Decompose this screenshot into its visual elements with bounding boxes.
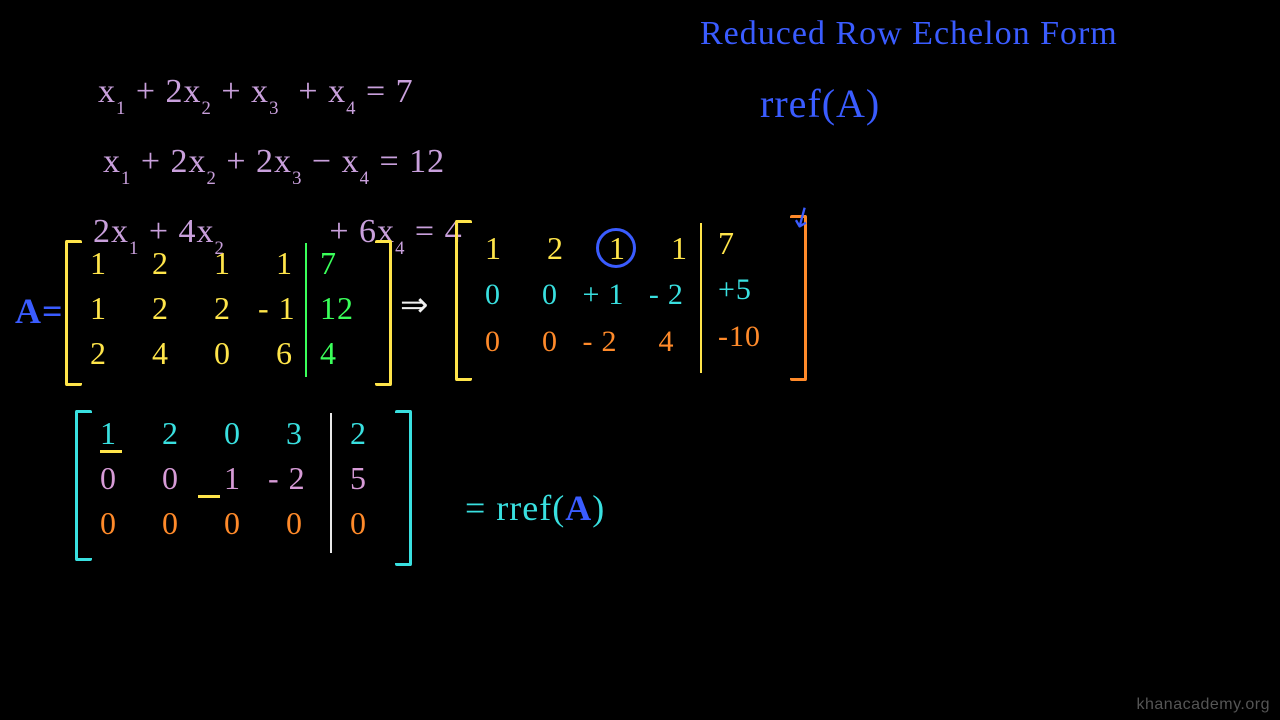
pivot-underline-2 [198,495,220,498]
matrix-a-aug-2: 12 [320,290,354,327]
matrix-a-augbar [305,243,307,377]
blackboard: Reduced Row Echelon Form rref(A) x1 + 2x… [0,0,1280,720]
watermark: khanacademy.org [1137,696,1271,714]
matrix-b-row-1: 1 2 1 1 [485,230,697,267]
matrix-c-augbar [330,413,332,553]
matrix-c-row-2: 0 0 1 -2 [100,460,315,497]
matrix-a-row-1: 1 2 1 1 [90,245,302,282]
matrix-c-row-3: 0 0 0 0 [100,505,312,542]
pivot-circle-icon [596,228,636,268]
rref-result-label: = rref(A) [425,445,605,571]
matrix-b-aug-2: +5 [718,273,752,307]
matrix-a-row-2: 1 2 2 -1 [90,290,305,327]
matrix-b-aug-3: -10 [718,320,761,354]
matrix-b-row-2: 0 0 +1 -2 [485,278,692,312]
matrix-a-aug-3: 4 [320,335,337,372]
matrix-a-label: A= [15,290,64,332]
title-line-2: rref(A) [760,80,880,127]
matrix-b-bracket-left [455,220,472,381]
matrix-c-aug-2: 5 [350,460,367,497]
matrix-c-aug-1: 2 [350,415,367,452]
matrix-a-row-3: 2 4 0 6 [90,335,302,372]
matrix-a-bracket-left [65,240,82,386]
implies-arrow: ⇒ [400,285,430,325]
matrix-b-aug-1: 7 [718,225,735,262]
matrix-c-aug-3: 0 [350,505,367,542]
matrix-c-bracket-right [395,410,412,566]
matrix-c-row-1: 1 2 0 3 [100,415,312,452]
matrix-a-bracket-right [375,240,392,386]
annotation-arrow-icon: ↙ [783,196,820,237]
pivot-underline-1 [100,450,122,453]
matrix-a-aug-1: 7 [320,245,337,282]
matrix-b-row-3: 0 0 -2 4 [485,325,683,359]
matrix-c-bracket-left [75,410,92,561]
matrix-b-bracket-right [790,215,807,381]
matrix-b-augbar [700,223,702,373]
title-line-1: Reduced Row Echelon Form [700,15,1118,53]
